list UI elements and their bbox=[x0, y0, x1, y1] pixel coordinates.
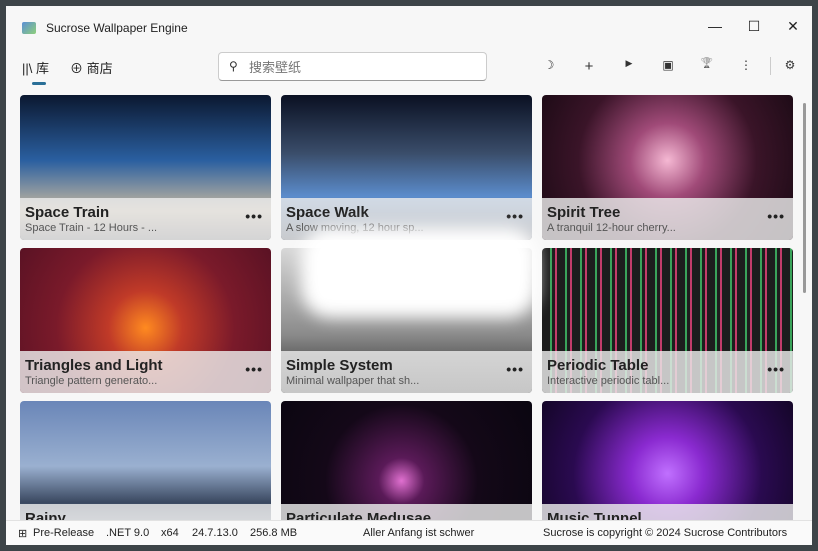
status-bar: ⊞ Pre-Release .NET 9.0 x64 24.7.13.0 256… bbox=[6, 520, 812, 545]
window-title: Sucrose Wallpaper Engine bbox=[46, 21, 188, 35]
channel-icon: ⊞ bbox=[18, 528, 28, 540]
runtime-label: .NET 9.0 bbox=[106, 527, 150, 539]
wallpaper-card[interactable]: Triangles and Light Triangle pattern gen… bbox=[20, 248, 271, 393]
toolbar-divider bbox=[770, 57, 771, 75]
card-subtitle: Interactive periodic tabl... bbox=[547, 375, 670, 387]
wallpaper-thumbnail bbox=[281, 401, 532, 520]
memory-label: 256.8 MB bbox=[250, 527, 298, 539]
card-title: Rainy bbox=[25, 510, 66, 520]
card-title: Space Train bbox=[25, 204, 110, 221]
card-title: Particulate Medusae bbox=[286, 510, 432, 520]
add-icon[interactable]: + bbox=[578, 58, 600, 76]
wallpaper-card[interactable]: Periodic Table Interactive periodic tabl… bbox=[542, 248, 793, 393]
card-caption: Rainy ••• bbox=[20, 504, 271, 520]
app-window: Sucrose Wallpaper Engine — ☐ ✕ ||\ 库 ⊕ 商… bbox=[6, 6, 812, 545]
wallpaper-thumbnail bbox=[542, 401, 793, 520]
title-bar: Sucrose Wallpaper Engine — ☐ ✕ bbox=[6, 6, 812, 46]
card-title: Space Walk bbox=[286, 204, 369, 221]
card-caption: Triangles and Light Triangle pattern gen… bbox=[20, 351, 271, 393]
card-subtitle: A tranquil 12-hour cherry... bbox=[547, 222, 676, 234]
redaction-blur bbox=[301, 228, 537, 318]
wallpaper-card[interactable]: Music Tunnel ••• bbox=[542, 401, 793, 520]
arch-label: x64 bbox=[161, 527, 179, 539]
close-button[interactable]: ✕ bbox=[778, 14, 808, 38]
minimize-button[interactable]: — bbox=[700, 14, 730, 38]
tab-library-label: 库 bbox=[35, 61, 49, 76]
trophy-icon[interactable]: 🏆 bbox=[696, 58, 718, 76]
display-icon[interactable]: ▣ bbox=[657, 58, 679, 76]
card-subtitle: Minimal wallpaper that sh... bbox=[286, 375, 420, 387]
wallpaper-card[interactable]: Rainy ••• bbox=[20, 401, 271, 520]
scrollbar[interactable] bbox=[803, 103, 806, 293]
copyright-label: Sucrose is copyright © 2024 Sucrose Cont… bbox=[543, 527, 788, 539]
wallpaper-card[interactable]: Spirit Tree A tranquil 12-hour cherry...… bbox=[542, 95, 793, 240]
card-caption: Particulate Medusae ••• bbox=[281, 504, 532, 520]
app-logo-icon bbox=[22, 22, 36, 34]
play-icon[interactable]: ▶ bbox=[618, 58, 640, 76]
tab-store[interactable]: ⊕ 商店 bbox=[70, 58, 113, 77]
wallpaper-card[interactable]: Space Walk A slow moving, 12 hour sp... … bbox=[281, 95, 532, 240]
card-subtitle: Triangle pattern generato... bbox=[25, 375, 158, 387]
tab-store-label: 商店 bbox=[86, 61, 113, 76]
more-icon[interactable]: ⋮ bbox=[735, 58, 757, 76]
card-more-button[interactable]: ••• bbox=[506, 361, 524, 377]
card-title: Simple System bbox=[286, 357, 393, 374]
channel-label: Pre-Release bbox=[33, 527, 95, 539]
card-caption: Music Tunnel ••• bbox=[542, 504, 793, 520]
search-box[interactable]: ⚲ bbox=[218, 52, 487, 81]
wallpaper-card[interactable]: Space Train Space Train - 12 Hours - ...… bbox=[20, 95, 271, 240]
card-subtitle: Space Train - 12 Hours - ... bbox=[25, 222, 158, 234]
card-caption: Space Train Space Train - 12 Hours - ...… bbox=[20, 198, 271, 240]
card-more-button[interactable]: ••• bbox=[506, 208, 524, 224]
search-icon: ⚲ bbox=[229, 59, 238, 73]
search-input[interactable] bbox=[249, 58, 469, 76]
card-caption: Spirit Tree A tranquil 12-hour cherry...… bbox=[542, 198, 793, 240]
version-label: 24.7.13.0 bbox=[192, 527, 238, 539]
settings-icon[interactable]: ⚙ bbox=[779, 58, 801, 76]
card-title: Periodic Table bbox=[547, 357, 649, 374]
gift-icon: ⊕ bbox=[70, 61, 87, 76]
card-more-button[interactable]: ••• bbox=[245, 208, 263, 224]
card-caption: Simple System Minimal wallpaper that sh.… bbox=[281, 351, 532, 393]
quote-label: Aller Anfang ist schwer bbox=[363, 527, 475, 539]
library-icon: ||\ bbox=[22, 61, 36, 76]
card-title: Music Tunnel bbox=[547, 510, 642, 520]
card-caption: Periodic Table Interactive periodic tabl… bbox=[542, 351, 793, 393]
card-more-button[interactable]: ••• bbox=[767, 361, 785, 377]
card-more-button[interactable]: ••• bbox=[245, 361, 263, 377]
card-title: Spirit Tree bbox=[547, 204, 621, 221]
wallpaper-thumbnail bbox=[20, 401, 271, 520]
wallpaper-card[interactable]: Particulate Medusae ••• bbox=[281, 401, 532, 520]
card-more-button[interactable]: ••• bbox=[767, 208, 785, 224]
maximize-button[interactable]: ☐ bbox=[739, 14, 769, 38]
theme-icon[interactable]: ☽ bbox=[538, 58, 560, 76]
tab-active-indicator bbox=[32, 82, 46, 85]
tab-library[interactable]: ||\ 库 bbox=[22, 58, 49, 77]
card-title: Triangles and Light bbox=[25, 357, 163, 374]
